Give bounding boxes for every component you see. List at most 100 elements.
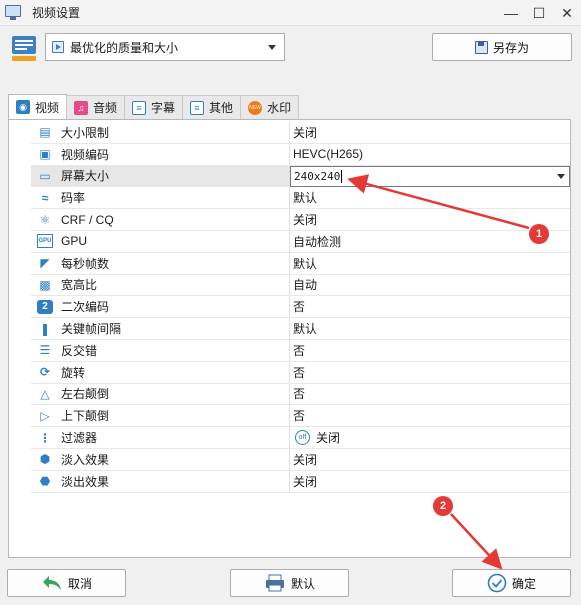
off-toggle-icon[interactable]: off <box>295 430 310 446</box>
tab-other[interactable]: ≡ 其他 <box>182 95 242 119</box>
setting-value: 关闭 <box>293 125 318 140</box>
table-row[interactable]: ▷ 上下颠倒 否 <box>31 405 570 428</box>
table-row[interactable]: ▩ 宽高比 自动 <box>31 274 570 297</box>
setting-value: 自动检测 <box>293 234 342 249</box>
close-icon[interactable]: ✕ <box>553 0 581 26</box>
tab-label: 水印 <box>267 101 292 115</box>
screen-size-dropdown-button[interactable] <box>552 165 570 187</box>
music-icon: ♫ <box>74 100 89 115</box>
video-icon: ◉ <box>16 100 30 114</box>
setting-name: 上下颠倒 <box>61 409 110 424</box>
setting-name: 宽高比 <box>61 278 98 293</box>
setting-value: 默认 <box>293 322 318 337</box>
maximize-icon[interactable]: ☐ <box>525 0 553 26</box>
flip-horizontal-icon: △ <box>40 386 50 401</box>
minimize-icon[interactable]: — <box>497 0 525 26</box>
save-as-button[interactable]: 另存为 <box>432 33 572 61</box>
printer-icon <box>265 574 284 592</box>
annotation-marker-1: 1 <box>529 224 549 244</box>
tab-label: 视频 <box>35 100 60 115</box>
setting-value: 关闭 <box>293 474 318 489</box>
setting-name: 过滤器 <box>61 431 98 446</box>
keyframe-icon: ❚ <box>39 321 51 336</box>
rotate-icon: ⟳ <box>39 365 51 380</box>
app-icon <box>4 4 24 22</box>
setting-value: 否 <box>293 343 306 358</box>
setting-value: 关闭 <box>316 431 341 446</box>
save-icon <box>474 40 488 54</box>
setting-value: 否 <box>293 300 306 315</box>
ok-button[interactable]: 确定 <box>452 569 571 597</box>
tab-subtitle[interactable]: ≡ 字幕 <box>124 95 184 119</box>
table-row[interactable]: △ 左右颠倒 否 <box>31 383 570 406</box>
setting-value: 关闭 <box>293 452 318 467</box>
deinterlace-icon: ☰ <box>39 343 51 358</box>
table-row[interactable]: ⚛ CRF / CQ 关闭 <box>31 209 570 231</box>
back-arrow-icon <box>42 576 61 590</box>
filter-icon: ⋮ <box>39 430 51 445</box>
setting-value: 否 <box>293 387 306 402</box>
two-pass-icon: 2 <box>37 299 53 314</box>
chip-icon: ▣ <box>39 147 51 162</box>
table-row[interactable]: ⋮ 过滤器 off 关闭 <box>31 427 570 449</box>
table-row[interactable]: GPU GPU 自动检测 <box>31 230 570 253</box>
default-label: 默认 <box>290 576 315 591</box>
table-row[interactable]: ⬢ 淡入效果 关闭 <box>31 448 570 471</box>
tab-audio[interactable]: ♫ 音频 <box>66 95 126 119</box>
setting-name: 每秒帧数 <box>61 256 110 271</box>
new-badge-icon: NEW <box>248 100 263 115</box>
setting-name: 淡出效果 <box>61 474 110 489</box>
setting-name: 码率 <box>61 191 86 206</box>
screen-size-input[interactable]: 240x240 <box>290 165 553 187</box>
window-controls: — ☐ ✕ <box>497 0 581 26</box>
screen-icon: ▭ <box>39 168 51 183</box>
setting-name: 旋转 <box>61 365 86 380</box>
setting-name: GPU <box>61 234 88 249</box>
table-row[interactable]: ☰ 反交错 否 <box>31 339 570 362</box>
tab-label: 其他 <box>209 101 234 115</box>
setting-name: 淡入效果 <box>61 452 110 467</box>
setting-value: HEVC(H265) <box>293 147 364 162</box>
preset-dropdown[interactable]: 最优化的质量和大小 <box>45 33 285 61</box>
setting-name: 大小限制 <box>61 125 110 140</box>
table-row[interactable]: ❚ 关键帧间隔 默认 <box>31 318 570 340</box>
settings-panel: ▤ 大小限制 关闭 ▣ 视频编码 HEVC(H265) ▭ 屏幕大小 240x240 … <box>8 119 571 558</box>
table-row[interactable]: ▣ 视频编码 HEVC(H265) <box>31 143 570 166</box>
fade-out-icon: ⬣ <box>39 474 51 489</box>
table-row[interactable]: ▭ 屏幕大小 240x240 <box>31 165 570 188</box>
setting-value: 关闭 <box>293 213 318 228</box>
setting-value: 自动 <box>293 278 318 293</box>
setting-value: 240x240 <box>294 169 341 183</box>
setting-name: 左右颠倒 <box>61 387 110 402</box>
tab-video[interactable]: ◉ 视频 <box>8 94 68 119</box>
table-row[interactable]: ≈ 码率 默认 <box>31 187 570 210</box>
table-row[interactable]: ⟳ 旋转 否 <box>31 361 570 384</box>
setting-value: 否 <box>293 365 306 380</box>
setting-value: 默认 <box>293 256 318 271</box>
setting-name: 视频编码 <box>61 147 110 162</box>
default-button[interactable]: 默认 <box>230 569 349 597</box>
check-circle-icon <box>487 573 507 593</box>
ruler-icon: ▤ <box>39 125 51 140</box>
window-title: 视频设置 <box>32 6 81 20</box>
setting-name: CRF / CQ <box>61 212 114 227</box>
atom-icon: ⚛ <box>39 212 51 227</box>
setting-value: 默认 <box>293 191 318 206</box>
table-row[interactable]: ▤ 大小限制 关闭 <box>31 122 570 144</box>
setting-name: 屏幕大小 <box>61 169 110 184</box>
save-as-label: 另存为 <box>492 40 529 55</box>
cancel-label: 取消 <box>67 576 92 591</box>
preset-selected-value: 最优化的质量和大小 <box>70 40 179 55</box>
settings-sliders-icon: ≡ <box>190 100 205 115</box>
table-row[interactable]: ⬣ 淡出效果 关闭 <box>31 470 570 493</box>
table-row[interactable]: ◤ 每秒帧数 默认 <box>31 252 570 275</box>
subtitle-icon: ≡ <box>132 100 147 115</box>
title-bar: 视频设置 — ☐ ✕ <box>0 0 581 26</box>
film-icon <box>52 41 64 53</box>
setting-name: 二次编码 <box>61 300 110 315</box>
speed-icon: ◤ <box>40 256 50 271</box>
tab-watermark[interactable]: NEW 水印 <box>240 95 300 119</box>
table-row[interactable]: 2 二次编码 否 <box>31 296 570 319</box>
setting-name: 反交错 <box>61 343 98 358</box>
cancel-button[interactable]: 取消 <box>7 569 126 597</box>
